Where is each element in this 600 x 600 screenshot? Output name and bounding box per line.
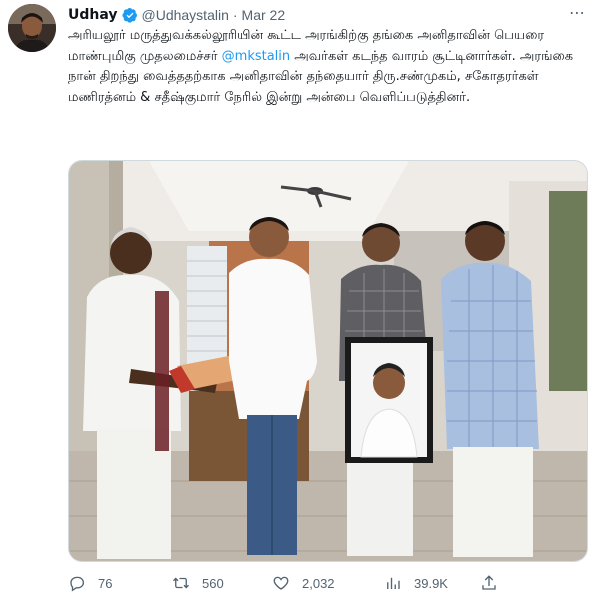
like-count: 2,032	[302, 575, 335, 591]
tweet-date[interactable]: Mar 22	[242, 7, 286, 23]
avatar-image	[8, 4, 56, 52]
retweet-icon	[173, 577, 189, 589]
tweet-photo[interactable]	[68, 160, 588, 562]
views-count: 39.9K	[414, 575, 448, 591]
mention-link[interactable]: @mkstalin	[222, 49, 291, 64]
reply-button[interactable]: 76	[68, 574, 112, 592]
share-icon	[482, 575, 496, 590]
views-button[interactable]: 39.9K	[384, 574, 448, 592]
heart-icon	[273, 576, 289, 590]
photo-illustration	[69, 161, 587, 561]
author-name[interactable]: Udhay	[68, 7, 118, 23]
tweet-header: Udhay @Udhaystalin · Mar 22 ⋯	[68, 3, 586, 25]
retweet-count: 560	[202, 575, 224, 591]
tweet-actions: 76 560 2,032 39.9K	[68, 574, 588, 596]
verified-badge-icon	[121, 8, 137, 23]
tweet-text: அரியலூர் மருத்துவக்கல்லூரியின் கூட்ட அரங…	[68, 26, 588, 108]
share-button[interactable]	[480, 574, 498, 592]
like-button[interactable]: 2,032	[272, 574, 335, 592]
more-dots-icon[interactable]: ⋯	[569, 3, 586, 22]
reply-icon	[70, 576, 85, 592]
separator-dot: ·	[232, 7, 238, 23]
author-handle[interactable]: @Udhaystalin	[142, 7, 229, 23]
views-chart-icon	[387, 577, 400, 589]
author-avatar[interactable]	[8, 4, 56, 52]
retweet-button[interactable]: 560	[172, 574, 224, 592]
reply-count: 76	[98, 575, 113, 591]
